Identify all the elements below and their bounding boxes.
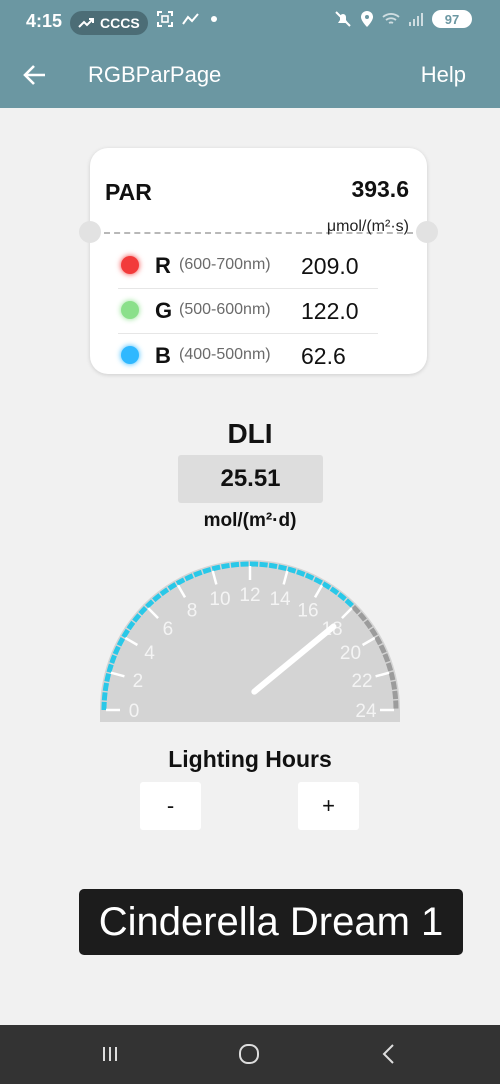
channel-value: 209.0	[301, 253, 359, 279]
gauge-arc-segment	[382, 653, 391, 663]
screenshot-icon	[157, 11, 173, 27]
gauge-arc-segment	[296, 569, 306, 577]
app-bar: RGBParPage Help	[0, 46, 500, 108]
gauge-tick-label: 16	[297, 601, 318, 622]
status-pill-text: CCCS	[100, 15, 140, 31]
gauge-arc-segment	[184, 573, 194, 582]
gauge-arc-segment	[102, 682, 109, 692]
gauge-arc-segment	[112, 645, 121, 656]
par-card: PAR 393.6 μmol/(m²·s) R (600-700nm) 209.…	[79, 148, 438, 374]
gauge-tick-label: 8	[187, 601, 198, 622]
gauge-tick-label: 0	[129, 701, 140, 722]
trend-icon	[78, 18, 94, 28]
back-icon[interactable]	[374, 1039, 404, 1069]
channel-row-g: G (500-600nm) 122.0	[118, 289, 378, 334]
gauge-arc-segment	[221, 562, 230, 570]
gauge-tick-label: 10	[209, 589, 230, 610]
gauge-tick-label: 24	[355, 701, 377, 722]
channel-label: G	[155, 298, 173, 323]
channel-label: B	[155, 343, 171, 368]
wifi-icon	[382, 13, 400, 24]
status-bar: 4:15 CCCS 97	[0, 0, 500, 46]
channel-value: 122.0	[301, 298, 359, 324]
lighting-hours-label: Lighting Hours	[168, 746, 332, 772]
battery-icon: 97	[432, 10, 472, 28]
gauge-arc-segment	[230, 561, 240, 568]
lighting-hours-gauge[interactable]: 024681012141618202224	[95, 548, 405, 728]
gauge-tick-label: 14	[269, 589, 291, 610]
gauge-arc-segment	[313, 576, 323, 586]
gauge-arc-segment	[392, 690, 399, 700]
activity-icon	[182, 13, 199, 25]
page-title: RGBParPage	[88, 62, 222, 87]
dli-title: DLI	[227, 418, 273, 449]
channel-value: 62.6	[301, 343, 346, 369]
channel-range: (400-500nm)	[179, 346, 271, 363]
location-icon	[361, 11, 373, 27]
gauge-arc-segment	[277, 564, 288, 572]
dot-icon	[211, 16, 217, 22]
channel-range: (600-700nm)	[179, 256, 271, 273]
gauge-arc-segment	[378, 644, 387, 654]
channel-range: (500-600nm)	[179, 301, 271, 318]
gauge-arc-segment	[385, 662, 394, 672]
recent-apps-icon[interactable]	[95, 1039, 125, 1069]
gauge-arc-segment	[374, 635, 383, 646]
gauge-arc-segment	[211, 564, 221, 572]
gauge-arc-segment	[116, 637, 126, 647]
green-dot-icon	[121, 301, 139, 319]
status-pill: CCCS	[70, 11, 148, 35]
par-value: 393.6	[351, 176, 409, 202]
gauge-tick-label: 20	[340, 643, 361, 664]
card-notch-left	[79, 221, 101, 243]
channel-row-r: R (600-700nm) 209.0	[118, 244, 378, 289]
par-label: PAR	[105, 179, 152, 205]
gauge-tick-label: 12	[239, 585, 260, 606]
dli-value: 25.51	[178, 455, 323, 503]
gauge-arc-segment	[259, 561, 268, 568]
mute-icon	[335, 11, 351, 27]
gauge-tick-label: 6	[163, 619, 174, 640]
status-time: 4:15	[26, 11, 63, 31]
card-notch-right	[416, 221, 438, 243]
increase-hours-button[interactable]: +	[298, 782, 359, 830]
device-name-banner[interactable]: Cinderella Dream 1	[79, 889, 463, 955]
gauge-tick-label: 4	[144, 643, 155, 664]
gauge-tick-label: 22	[351, 671, 372, 692]
par-unit: μmol/(m²·s)	[326, 218, 409, 235]
gauge-arc-segment	[193, 569, 203, 578]
red-dot-icon	[121, 256, 139, 274]
gauge-arc-segment	[175, 577, 186, 586]
gauge-arc-segment	[287, 566, 297, 574]
dli-unit: mol/(m²·d)	[203, 510, 297, 531]
gauge-arc-segment	[390, 681, 398, 690]
gauge-arc-segment	[268, 562, 278, 569]
gauge-arc-segment	[109, 654, 117, 664]
gauge-arc-segment	[104, 672, 112, 683]
decrease-hours-button[interactable]: -	[140, 782, 201, 830]
system-nav-bar	[0, 1025, 500, 1084]
gauge-tick-label: 2	[133, 671, 144, 692]
back-arrow-icon[interactable]	[20, 60, 50, 90]
blue-dot-icon	[121, 346, 139, 364]
gauge-arc-segment	[304, 572, 315, 581]
gauge-arc-segment	[101, 692, 108, 701]
help-button[interactable]: Help	[421, 62, 466, 88]
channel-row-b: B (400-500nm) 62.6	[118, 334, 378, 378]
gauge-arc-segment	[106, 663, 114, 673]
gauge-arc-segment	[388, 671, 396, 681]
signal-icon	[409, 13, 423, 26]
gauge-arc-segment	[202, 566, 212, 575]
channel-label: R	[155, 253, 171, 278]
home-icon[interactable]	[234, 1039, 264, 1069]
